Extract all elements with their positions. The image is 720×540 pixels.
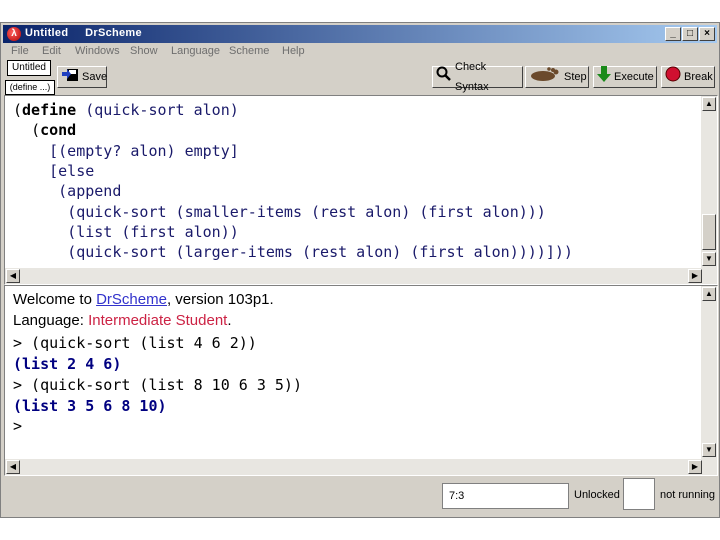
save-button[interactable]: Save [57,66,107,88]
welcome-line: Welcome to DrScheme, version 103p1. [13,291,274,308]
welcome-suffix: , version 103p1. [166,291,274,308]
repl-input-line: > (quick-sort (list 4 6 2)) [13,334,257,352]
code-token: [(empty? alon) empty] [49,141,239,160]
maximize-button[interactable]: □ [682,27,698,41]
code-line: (define (quick-sort alon) [13,101,239,119]
scroll-right-arrow-icon[interactable]: ▶ [688,269,702,283]
file-name-label: Untitled [7,60,51,76]
save-disk-icon [61,66,79,89]
magnifier-icon [436,66,452,89]
code-token: ( [31,121,41,140]
scroll-thumb[interactable] [702,214,716,250]
definitions-vertical-scrollbar[interactable]: ▲ ▼ [701,96,717,268]
scroll-down-arrow-icon[interactable]: ▼ [702,252,716,266]
cursor-position-field: 7:3 [442,483,569,509]
definitions-pane[interactable]: (define (quick-sort alon) (cond [(empty?… [4,95,718,285]
save-label: Save [82,71,108,83]
step-button[interactable]: Step [525,66,589,88]
lock-status[interactable]: Unlocked [574,489,620,501]
execute-label: Execute [614,71,654,83]
menu-scheme[interactable]: Scheme [229,45,269,57]
code-line: (quick-sort (smaller-items (rest alon) (… [13,203,546,221]
running-status: not running [660,489,716,501]
menu-language[interactable]: Language [171,45,220,57]
code-line: (list (first alon)) [13,223,239,241]
code-token: (quick-sort alon) [76,101,239,119]
check-syntax-button[interactable]: Check Syntax [432,61,523,93]
code-line: (append [13,182,121,200]
foot-icon [529,66,561,89]
running-indicator [623,478,655,510]
break-button[interactable]: Break [661,66,715,88]
scroll-down-arrow-icon[interactable]: ▼ [702,443,716,457]
scroll-right-arrow-icon[interactable]: ▶ [688,460,702,474]
keyword-token: cond [40,121,77,140]
repl-output-line: (list 3 5 6 8 10) [13,397,167,415]
code-token: (quick-sort (larger-items (rest alon) (f… [67,243,573,262]
code-line: [else [13,162,94,180]
define-popup-menu[interactable]: (define ...) [5,80,55,95]
stop-sign-icon [665,66,681,89]
definitions-horizontal-scrollbar[interactable]: ◀ ▶ [5,268,717,284]
code-line: (quick-sort (larger-items (rest alon) (f… [13,243,573,261]
drscheme-window: λ Untitled DrScheme _ □ × File Edit Wind… [0,22,720,518]
menu-show[interactable]: Show [130,45,158,57]
code-token: (list (first alon)) [67,222,239,241]
interactions-horizontal-scrollbar[interactable]: ◀ ▶ [5,459,717,475]
interactions-pane[interactable]: Welcome to DrScheme, version 103p1. Lang… [4,285,718,476]
language-prefix: Language: [13,312,89,329]
code-token: ( [13,101,23,119]
code-token: (append [58,182,122,201]
menu-file[interactable]: File [11,45,29,57]
menu-bar: File Edit Windows Show Language Scheme H… [3,44,717,60]
welcome-prefix: Welcome to [13,291,97,308]
drscheme-link[interactable]: DrScheme [96,291,167,308]
code-token: [else [49,161,95,180]
minimize-button[interactable]: _ [665,27,681,41]
code-line: (cond [13,121,76,139]
menu-help[interactable]: Help [282,45,305,57]
check-syntax-label: Check Syntax [455,61,489,93]
drscheme-logo-icon: λ [7,27,21,41]
code-token: (quick-sort (smaller-items (rest alon) (… [67,202,546,221]
window-title: Untitled DrScheme [25,27,142,39]
interactions-vertical-scrollbar[interactable]: ▲ ▼ [701,286,717,459]
scroll-up-arrow-icon[interactable]: ▲ [702,97,716,111]
execute-button[interactable]: Execute [593,65,657,90]
break-label: Break [684,71,713,83]
title-bar: λ Untitled DrScheme _ □ × [3,25,717,43]
menu-edit[interactable]: Edit [42,45,61,57]
repl-prompt[interactable]: > [13,417,22,435]
repl-output-line: (list 2 4 6) [13,355,122,373]
keyword-token: define [22,101,77,119]
menu-windows[interactable]: Windows [75,45,120,57]
green-arrow-icon [597,65,611,90]
scroll-up-arrow-icon[interactable]: ▲ [702,287,716,301]
repl-input-line: > (quick-sort (list 8 10 6 3 5)) [13,376,302,394]
scroll-left-arrow-icon[interactable]: ◀ [6,460,20,474]
step-label: Step [564,71,587,83]
language-suffix: . [227,312,232,329]
code-line: [(empty? alon) empty] [13,142,239,160]
close-button[interactable]: × [699,27,715,41]
scroll-left-arrow-icon[interactable]: ◀ [6,269,20,283]
language-line: Language: Intermediate Student. [13,312,232,329]
language-name: Intermediate Student [88,312,228,329]
